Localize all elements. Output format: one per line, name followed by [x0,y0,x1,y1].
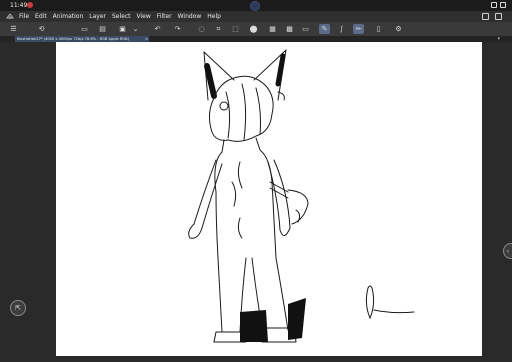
pen-active-icon[interactable]: ✎ [319,24,330,34]
menu-window[interactable]: Window [178,13,202,20]
fill-icon[interactable]: ⬤ [248,24,259,34]
pencil-active-icon[interactable]: ✏ [353,24,364,34]
settings-icon[interactable] [482,13,489,20]
front-camera-icon [250,1,260,11]
clear-icon[interactable]: ◌ [196,24,207,34]
command-bar: ☰ ⟲ ▭ ▤ ▣ ⌄ ↶ ↷ ◌ ⌗ ⬚ ⬤ ▦ ▩ ▭ ✎ ∫ ✏ ▯ ⚙ [0,22,512,36]
menu-icon[interactable]: ☰ [8,24,19,34]
ruler-icon[interactable]: ▭ [300,24,311,34]
status-bar: 11:49 [0,0,512,11]
open-folder-icon[interactable]: ▤ [97,24,108,34]
menu-view[interactable]: View [137,13,151,20]
chevron-down-icon[interactable]: ⌄ [130,24,141,34]
sketch-artwork [188,49,415,343]
menu-layer[interactable]: Layer [89,13,106,20]
layout-icon[interactable] [495,13,502,20]
menu-animation[interactable]: Animation [53,13,84,20]
quick-access-button[interactable]: ⇱ [10,300,26,316]
save-icon[interactable]: ▣ [117,24,128,34]
menu-bar: File Edit Animation Layer Select View Fi… [0,11,512,22]
redo-icon[interactable]: ↷ [172,24,183,34]
system-tray [491,2,506,8]
rotate-icon[interactable]: ⟲ [36,24,47,34]
brush-icon[interactable]: ∫ [336,24,347,34]
clock: 11:49 [10,2,28,9]
menu-filter[interactable]: Filter [157,13,172,20]
new-file-icon[interactable]: ▭ [79,24,90,34]
transform-icon[interactable]: ⬚ [230,24,241,34]
wifi-icon [491,2,497,8]
menu-file[interactable]: File [19,13,29,20]
mesh-icon[interactable]: ▦ [267,24,278,34]
chevron-left-icon: ‹ [506,247,510,255]
app-logo-icon[interactable] [6,13,14,20]
undo-icon[interactable]: ↶ [152,24,163,34]
tool-icon[interactable]: ⚙ [393,24,404,34]
crop-icon[interactable]: ⌗ [213,24,224,34]
menu-select[interactable]: Select [112,13,131,20]
side-panel-handle[interactable]: ‹ [503,243,512,259]
document-tab-title: Illustration27* (4000 x 4000px 72dpi 78.… [17,37,130,41]
quick-access-icon: ⇱ [15,304,21,312]
menu-help[interactable]: Help [207,13,221,20]
drawing-canvas[interactable] [56,42,482,356]
battery-icon [500,2,506,8]
recording-indicator-icon [27,2,33,8]
grid-icon[interactable]: ▩ [284,24,295,34]
window-controls [482,13,502,20]
menu-edit[interactable]: Edit [35,13,47,20]
phone-icon[interactable]: ▯ [373,24,384,34]
